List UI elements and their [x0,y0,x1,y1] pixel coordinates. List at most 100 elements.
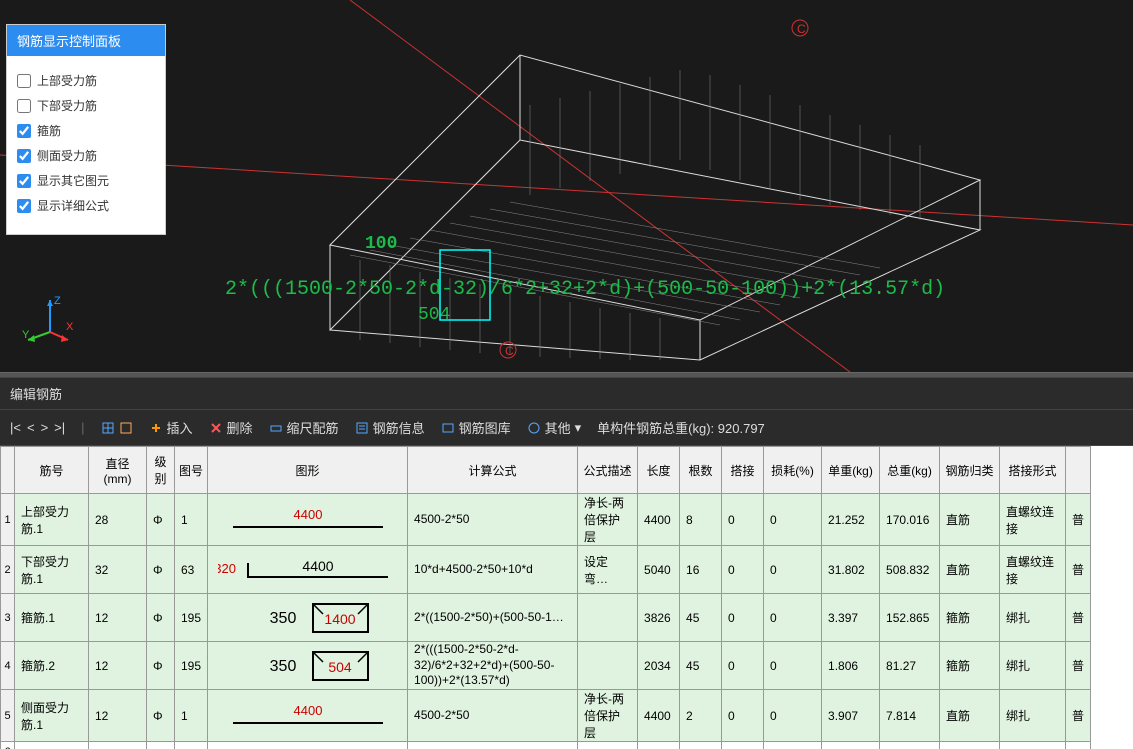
table-row-blank[interactable]: 6 [1,742,1091,749]
cell-shape[interactable]: 350504 [208,642,408,690]
cell-last[interactable]: 普 [1066,546,1091,594]
cell-count[interactable]: 16 [680,546,722,594]
cell-tw[interactable]: 152.865 [880,594,940,642]
column-header[interactable]: 总重(kg) [880,447,940,494]
cell-lap[interactable]: 0 [722,594,764,642]
cell-uw[interactable]: 31.802 [822,546,880,594]
cell-cat[interactable]: 直筋 [940,546,1000,594]
visibility-checkbox[interactable]: 显示详细公式 [17,193,155,218]
checkbox-input[interactable] [17,124,31,138]
icon-group[interactable] [101,421,133,435]
cell-level[interactable]: Φ [147,494,175,546]
cell-count[interactable]: 45 [680,594,722,642]
insert-button[interactable]: 插入 [149,418,193,437]
cell-desc[interactable] [578,642,638,690]
cell-blank[interactable] [722,742,764,749]
cell-lap[interactable]: 0 [722,642,764,690]
column-header[interactable]: 图形 [208,447,408,494]
cell-level[interactable]: Φ [147,690,175,742]
visibility-checkbox[interactable]: 显示其它图元 [17,168,155,193]
column-header[interactable]: 长度 [638,447,680,494]
column-header[interactable]: 计算公式 [408,447,578,494]
cell-rownum[interactable]: 4 [1,642,15,690]
cell-cat[interactable]: 直筋 [940,494,1000,546]
cell-shape[interactable]: 3501400 [208,594,408,642]
table-row[interactable]: 4箍筋.212Φ1953505042*(((1500-2*50-2*d-32)/… [1,642,1091,690]
cell-blank[interactable] [638,742,680,749]
cell-level[interactable]: Φ [147,546,175,594]
library-button[interactable]: 钢筋图库 [441,418,511,437]
checkbox-input[interactable] [17,199,31,213]
cell-name[interactable]: 下部受力筋.1 [15,546,89,594]
column-header[interactable]: 直径(mm) [89,447,147,494]
cell-blank[interactable] [764,742,822,749]
checkbox-input[interactable] [17,149,31,163]
cell-blank[interactable] [15,742,89,749]
cell-len[interactable]: 4400 [638,690,680,742]
cell-desc[interactable]: 净长-两倍保护层 [578,494,638,546]
cell-name[interactable]: 侧面受力筋.1 [15,690,89,742]
column-header[interactable]: 公式描述 [578,447,638,494]
cell-blank[interactable] [680,742,722,749]
cell-rownum[interactable]: 3 [1,594,15,642]
cell-last[interactable]: 普 [1066,690,1091,742]
cell-tw[interactable]: 7.814 [880,690,940,742]
cell-blank[interactable] [1066,742,1091,749]
cell-level[interactable]: Φ [147,594,175,642]
visibility-checkbox[interactable]: 侧面受力筋 [17,143,155,168]
cell-rownum[interactable]: 5 [1,690,15,742]
cell-diam[interactable]: 28 [89,494,147,546]
cell-tw[interactable]: 170.016 [880,494,940,546]
cell-calc[interactable]: 10*d+4500-2*50+10*d [408,546,578,594]
visibility-checkbox[interactable]: 上部受力筋 [17,68,155,93]
cell-tw[interactable]: 508.832 [880,546,940,594]
cell-fig[interactable]: 195 [175,642,208,690]
cell-rownum[interactable]: 1 [1,494,15,546]
cell-last[interactable]: 普 [1066,642,1091,690]
cell-cat[interactable]: 箍筋 [940,594,1000,642]
cell-level[interactable]: Φ [147,642,175,690]
nav-last[interactable]: >| [54,420,65,435]
viewport-3d[interactable]: C C 100 2*(((1500-2*50-2*d-32)/6*2+32+2*… [0,0,1133,372]
cell-loss[interactable]: 0 [764,690,822,742]
column-header[interactable]: 根数 [680,447,722,494]
checkbox-input[interactable] [17,174,31,188]
column-header[interactable]: 筋号 [15,447,89,494]
column-header[interactable]: 钢筋归类 [940,447,1000,494]
cell-desc[interactable]: 设定弯… [578,546,638,594]
cell-len[interactable]: 3826 [638,594,680,642]
cell-len[interactable]: 4400 [638,494,680,546]
cell-shape[interactable]: 3204400 [208,546,408,594]
cell-tw[interactable]: 81.27 [880,642,940,690]
cell-diam[interactable]: 12 [89,690,147,742]
cell-conn[interactable]: 直螺纹连接 [1000,494,1066,546]
cell-loss[interactable]: 0 [764,594,822,642]
cell-blank[interactable] [578,742,638,749]
other-button[interactable]: 其他 ▾ [527,418,582,437]
table-row[interactable]: 2下部受力筋.132Φ63320440010*d+4500-2*50+10*d设… [1,546,1091,594]
cell-name[interactable]: 上部受力筋.1 [15,494,89,546]
cell-loss[interactable]: 0 [764,546,822,594]
cell-blank[interactable] [408,742,578,749]
delete-button[interactable]: 删除 [209,418,253,437]
nav-next[interactable]: > [41,420,49,435]
column-header[interactable]: 级别 [147,447,175,494]
cell-calc[interactable]: 2*((1500-2*50)+(500-50-1… [408,594,578,642]
cell-lap[interactable]: 0 [722,690,764,742]
visibility-checkbox[interactable]: 箍筋 [17,118,155,143]
cell-fig[interactable]: 63 [175,546,208,594]
cell-desc[interactable]: 净长-两倍保护层 [578,690,638,742]
visibility-checkbox[interactable]: 下部受力筋 [17,93,155,118]
cell-name[interactable]: 箍筋.2 [15,642,89,690]
cell-count[interactable]: 45 [680,642,722,690]
cell-uw[interactable]: 3.397 [822,594,880,642]
column-header[interactable] [1066,447,1091,494]
cell-count[interactable]: 8 [680,494,722,546]
cell-last[interactable]: 普 [1066,494,1091,546]
cell-rownum[interactable]: 2 [1,546,15,594]
cell-cat[interactable]: 箍筋 [940,642,1000,690]
cell-calc[interactable]: 4500-2*50 [408,494,578,546]
cell-calc[interactable]: 4500-2*50 [408,690,578,742]
cell-loss[interactable]: 0 [764,642,822,690]
cell-blank[interactable] [1000,742,1066,749]
